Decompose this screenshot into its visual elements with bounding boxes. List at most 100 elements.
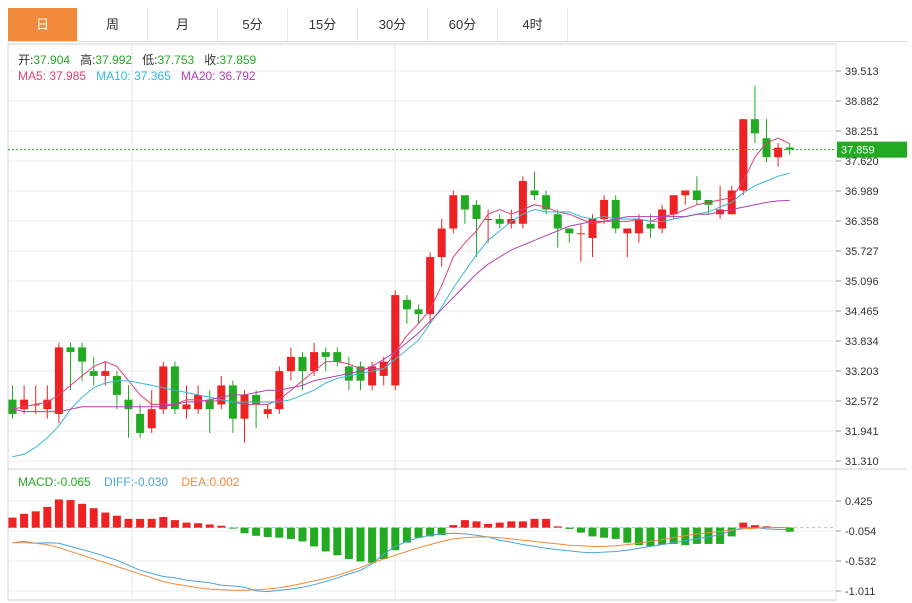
price-tick-label: 36.989: [845, 186, 879, 198]
macd-bar: [170, 520, 179, 528]
macd-bar: [8, 517, 17, 528]
candle-body: [89, 371, 98, 376]
candle-body: [495, 219, 504, 224]
ma5-label: MA5:: [18, 69, 47, 83]
price-tick-label: 38.251: [845, 126, 879, 138]
candle-body: [437, 228, 446, 258]
macd-bar: [43, 506, 52, 528]
candle-body: [576, 233, 585, 235]
price-tick-label: 38.882: [845, 96, 879, 108]
candle-body: [321, 352, 330, 357]
candle-body: [333, 352, 342, 362]
candle-body: [8, 399, 17, 414]
macd-bar: [576, 527, 585, 533]
macd-tick-label: -1.011: [845, 586, 875, 598]
macd-bar: [298, 527, 307, 542]
macd-bar: [460, 520, 469, 528]
macd-bar: [739, 522, 748, 528]
candle-body: [472, 204, 481, 220]
macd-bar: [484, 523, 493, 528]
candle-body: [112, 375, 121, 395]
macd-bar: [333, 527, 342, 556]
macd-bar: [136, 518, 145, 528]
macd-bar: [310, 527, 319, 547]
macd-bar: [286, 527, 295, 539]
macd-value: -0.065: [56, 475, 91, 489]
candle-body: [692, 190, 701, 200]
close-value: 37.859: [219, 53, 257, 67]
candle-body: [182, 404, 191, 410]
candle-body: [263, 409, 272, 414]
candle-body: [658, 209, 667, 229]
macd-bar: [495, 522, 504, 528]
macd-bar: [449, 525, 458, 528]
candle-body: [136, 413, 145, 433]
candle-body: [298, 356, 307, 372]
price-tick-label: 36.358: [845, 216, 879, 228]
macd-bar: [78, 503, 87, 528]
macd-bar: [600, 527, 609, 538]
ohlc-readout: 开:37.904 高:37.992 低:37.753 收:37.859: [18, 51, 256, 68]
macd-bar: [147, 518, 156, 528]
open-value: 37.904: [33, 53, 71, 67]
macd-bar: [217, 525, 226, 528]
candle-body: [391, 295, 400, 386]
candle-body: [774, 147, 783, 158]
dea-label: DEA:: [181, 475, 210, 489]
price-tick-label: 39.513: [845, 66, 879, 78]
macd-bar: [507, 521, 516, 528]
macd-bar: [20, 513, 29, 528]
candle-body: [54, 347, 63, 414]
macd-bar: [414, 527, 423, 538]
macd-bar: [472, 521, 481, 528]
candlestick-chart[interactable]: 39.513 38.882 38.251 37.620 36.989 36.358 35.7…: [0, 0, 912, 603]
price-tick-label: 37.620: [845, 156, 879, 168]
macd-bar: [553, 526, 562, 528]
candle-body: [460, 195, 469, 210]
candle-body: [426, 257, 435, 315]
ma20-line: [12, 199, 790, 413]
macd-bar: [611, 527, 620, 539]
candle-body: [762, 138, 771, 158]
macd-bar: [89, 508, 98, 528]
candle-body: [681, 190, 690, 196]
candle-body: [43, 399, 52, 410]
candle-body: [565, 228, 574, 234]
high-label: 高:: [80, 53, 96, 67]
candle-body: [484, 219, 493, 221]
high-value: 37.992: [95, 53, 133, 67]
macd-bar: [518, 521, 527, 528]
macd-bar: [252, 527, 261, 536]
macd-bar: [240, 527, 249, 534]
dea-value: 0.002: [209, 475, 240, 489]
price-tick-label: 31.941: [845, 426, 879, 438]
candle-body: [147, 409, 156, 429]
candle-body: [739, 119, 748, 191]
low-label: 低:: [142, 53, 158, 67]
candle-body: [530, 190, 539, 196]
macd-bar: [623, 527, 632, 543]
price-tick-label: 32.572: [845, 396, 879, 408]
price-tick-label: 31.310: [845, 456, 879, 468]
macd-bar: [368, 527, 377, 563]
price-tick-label: 35.727: [845, 246, 879, 258]
close-label: 收:: [204, 53, 220, 67]
candle-body: [252, 394, 261, 405]
ma-readout: MA5: 37.985 MA10: 37.365 MA20: 36.792: [18, 69, 256, 83]
macd-bar: [704, 527, 713, 544]
macd-bar: [716, 527, 725, 544]
macd-bar: [263, 527, 272, 538]
candle-body: [124, 399, 133, 410]
ma5-value: 37.985: [49, 69, 87, 83]
macd-bar: [159, 516, 168, 528]
macd-bar: [530, 518, 539, 528]
candle-body: [646, 223, 655, 229]
ma10-value: 37.365: [134, 69, 171, 83]
candle-body: [101, 371, 110, 376]
macd-bar: [112, 515, 121, 528]
candle-body: [402, 299, 411, 310]
macd-bar: [321, 527, 330, 552]
candle-body: [286, 356, 295, 372]
macd-bar: [344, 527, 353, 559]
candle-body: [449, 195, 458, 229]
